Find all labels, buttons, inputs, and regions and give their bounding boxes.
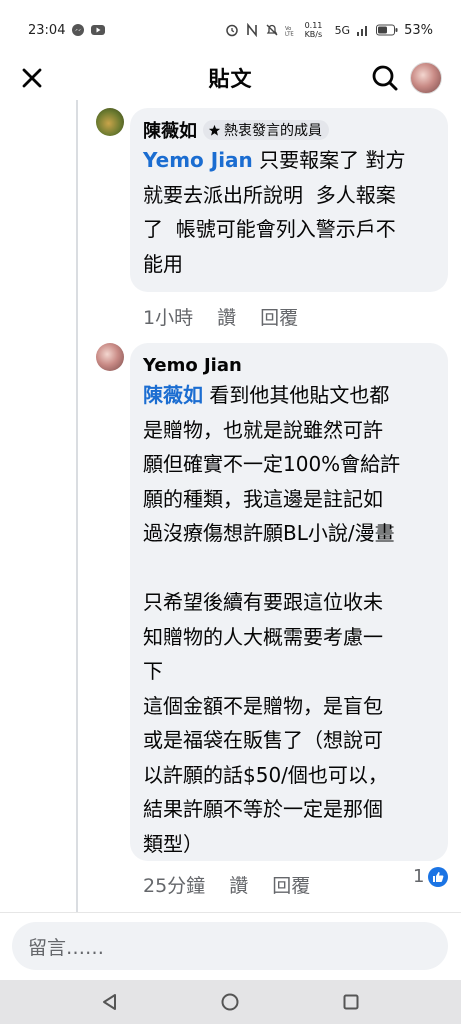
system-nav-bar (0, 980, 461, 1024)
comment-text: 看到他其他貼文也都 是贈物，也就是說雖然可許 願但確實不一定100%會給許 願的… (143, 383, 401, 856)
alarm-icon (225, 23, 239, 37)
app-header: 貼文 (0, 52, 461, 104)
comment-actions: 25分鐘 讚 回覆 (143, 871, 310, 898)
comment-author[interactable]: Yemo Jian (143, 355, 242, 376)
signal-icon (356, 23, 370, 37)
recents-button[interactable] (331, 982, 371, 1022)
close-icon (22, 68, 42, 88)
network-speed: 0.11 KB/s (304, 21, 323, 39)
home-icon (221, 993, 239, 1011)
page-title: 貼文 (208, 67, 253, 91)
comment-input[interactable]: 留言…… (12, 922, 448, 970)
comment-time: 25分鐘 (143, 875, 206, 897)
reaction-count[interactable]: 1 (413, 866, 449, 887)
avatar[interactable] (96, 343, 124, 371)
battery-icon (376, 23, 398, 37)
home-button[interactable] (210, 982, 250, 1022)
mention-link[interactable]: 陳薇如 (143, 383, 203, 407)
comment-actions: 1小時 讚 回覆 (143, 303, 298, 330)
messenger-icon (71, 23, 85, 37)
member-badge: 熱衷發言的成員 (203, 120, 329, 140)
status-right: Vo LTE 0.11 KB/s 5G 53% (225, 21, 433, 39)
comment-body: Yemo Jian 只要報案了 對方 就要去派出所說明 多人報案 了 帳號可能會… (143, 143, 436, 281)
star-badge-icon (208, 124, 221, 136)
badge-label: 熱衷發言的成員 (224, 123, 322, 139)
svg-text:LTE: LTE (285, 31, 294, 36)
avatar[interactable] (96, 108, 124, 136)
reaction-number: 1 (413, 866, 425, 887)
profile-avatar[interactable] (410, 62, 442, 94)
status-left: 23:04 (28, 22, 106, 38)
search-button[interactable] (370, 63, 400, 93)
reply-button[interactable]: 回覆 (260, 303, 298, 330)
comment-author[interactable]: 陳薇如 (143, 117, 197, 143)
back-button[interactable] (90, 982, 130, 1022)
status-time: 23:04 (28, 22, 66, 38)
recents-icon (343, 994, 359, 1010)
youtube-icon (91, 23, 106, 37)
search-icon (372, 65, 398, 91)
mute-icon (265, 23, 279, 37)
battery-percentage: 53% (404, 22, 433, 38)
reply-button[interactable]: 回覆 (272, 871, 310, 898)
like-button[interactable]: 讚 (217, 303, 236, 330)
back-icon (103, 994, 117, 1010)
thread-line (76, 100, 78, 912)
author-row: Yemo Jian (143, 352, 436, 378)
comment-body: 陳薇如 看到他其他貼文也都 是贈物，也就是說雖然可許 願但確實不一定100%會給… (143, 378, 436, 861)
nfc-icon (245, 23, 259, 37)
thumbs-up-icon (428, 866, 449, 887)
comment-bubble: 陳薇如 熱衷發言的成員 Yemo Jian 只要報案了 對方 就要去派出所說明 … (130, 108, 448, 292)
like-button[interactable]: 讚 (229, 871, 248, 898)
volte-icon: Vo LTE (285, 23, 299, 37)
mention-link[interactable]: Yemo Jian (143, 148, 253, 172)
author-row: 陳薇如 熱衷發言的成員 (143, 117, 436, 143)
comment-time: 1小時 (143, 307, 194, 329)
comment-input-placeholder: 留言…… (28, 936, 105, 959)
comment-bubble: Yemo Jian 陳薇如 看到他其他貼文也都 是贈物，也就是說雖然可許 願但確… (130, 343, 448, 861)
network-type: 5G (334, 23, 351, 37)
status-bar: 23:04 Vo LTE 0.11 KB/s 5G 53% (0, 0, 461, 60)
close-button[interactable] (18, 64, 46, 92)
